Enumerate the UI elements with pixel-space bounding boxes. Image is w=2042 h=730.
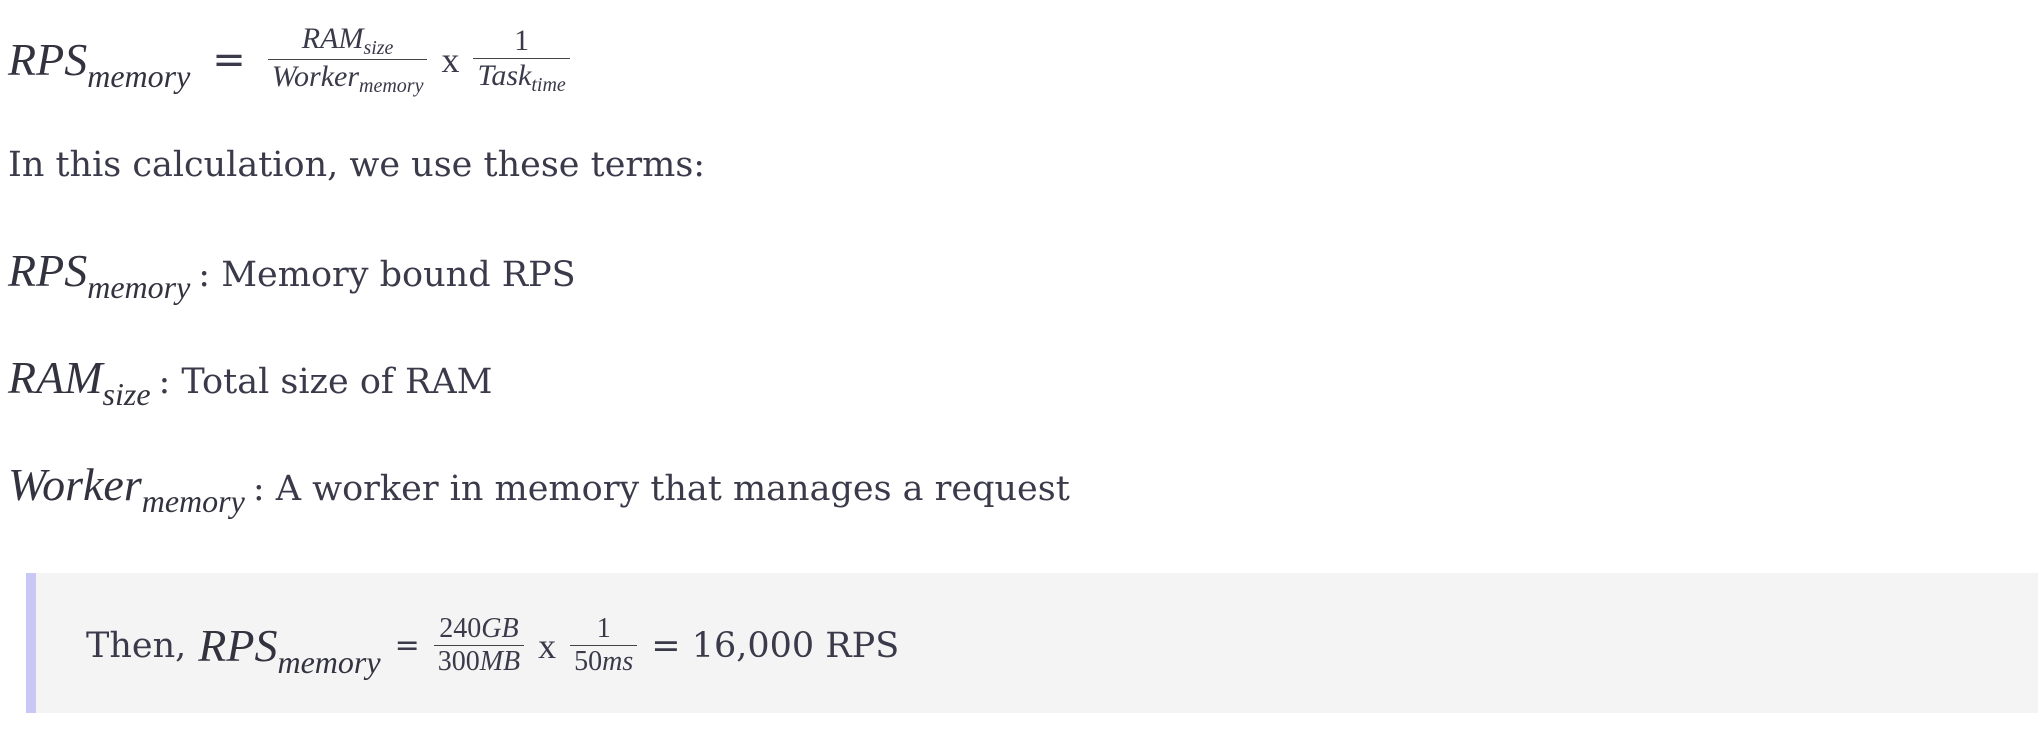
formula-lhs-main: RPS: [8, 34, 88, 85]
term-symbol-sub: size: [102, 376, 151, 412]
callout-result: = 16,000 RPS: [651, 625, 900, 666]
fraction-denominator: 50ms: [570, 646, 637, 678]
term-symbol-main: RPS: [8, 245, 88, 296]
intro-text: In this calculation, we use these terms:: [8, 145, 706, 185]
callout-lhs-sub: memory: [277, 644, 381, 680]
numerator-sub: size: [363, 37, 394, 59]
numerator-main: RAM: [301, 22, 364, 55]
denominator-unit: ms: [602, 646, 634, 677]
formula-times: x: [441, 39, 460, 80]
callout-lhs: RPSmemory: [198, 619, 380, 680]
term-description: : A worker in memory that manages a requ…: [252, 469, 1070, 509]
formula-equals: =: [212, 36, 246, 83]
denominator-sub: time: [531, 73, 566, 96]
term-worker-memory: Workermemory : A worker in memory that m…: [8, 458, 1070, 519]
callout-fraction-one-over-ms: 1 50ms: [570, 613, 638, 678]
denominator-main: Task: [477, 58, 532, 92]
formula-fraction-one-over-task: 1 Tasktime: [473, 23, 570, 96]
callout-equals: =: [394, 628, 420, 663]
term-description: : Memory bound RPS: [198, 255, 576, 295]
term-description: : Total size of RAM: [158, 362, 493, 402]
denominator-main: Worker: [271, 60, 360, 93]
callout-prefix: Then,: [86, 625, 187, 666]
denominator-unit: MB: [479, 646, 521, 677]
callout-lhs-main: RPS: [198, 620, 278, 671]
term-ram-size: RAMsize : Total size of RAM: [8, 351, 493, 412]
formula-lhs: RPSmemory: [8, 33, 190, 94]
fraction-numerator: 240GB: [435, 613, 522, 645]
callout-times: x: [538, 625, 557, 666]
fraction-numerator: 1: [514, 23, 530, 57]
denominator-value: 300: [437, 646, 480, 677]
callout-fraction-gb-over-mb: 240GB 300MB: [433, 613, 525, 678]
term-symbol: Workermemory: [8, 458, 245, 519]
term-symbol-main: RAM: [8, 352, 103, 403]
calculation-callout: Then, RPSmemory = 240GB 300MB x 1 50ms =…: [26, 573, 2038, 713]
fraction-denominator: Tasktime: [473, 59, 569, 96]
fraction-denominator: Workermemory: [268, 60, 428, 97]
formula-lhs-sub: memory: [87, 58, 191, 94]
rps-formula: RPSmemory = RAMsize Workermemory x 1 Tas…: [8, 22, 570, 97]
denominator-value: 50: [574, 646, 603, 677]
term-symbol-sub: memory: [87, 269, 191, 305]
term-symbol: RAMsize: [8, 351, 151, 412]
numerator-unit: GB: [481, 613, 519, 644]
fraction-numerator: 1: [596, 613, 611, 644]
calculation-row: Then, RPSmemory = 240GB 300MB x 1 50ms =…: [86, 613, 900, 680]
term-symbol-sub: memory: [141, 483, 245, 519]
term-symbol-main: Worker: [8, 459, 142, 510]
fraction-denominator: 300MB: [434, 646, 524, 678]
numerator-value: 240: [439, 613, 482, 644]
term-rps-memory: RPSmemory : Memory bound RPS: [8, 244, 576, 305]
fraction-numerator: RAMsize: [298, 22, 398, 59]
denominator-sub: memory: [359, 75, 424, 97]
term-symbol: RPSmemory: [8, 244, 190, 305]
formula-fraction-ram-over-worker: RAMsize Workermemory: [267, 22, 428, 97]
